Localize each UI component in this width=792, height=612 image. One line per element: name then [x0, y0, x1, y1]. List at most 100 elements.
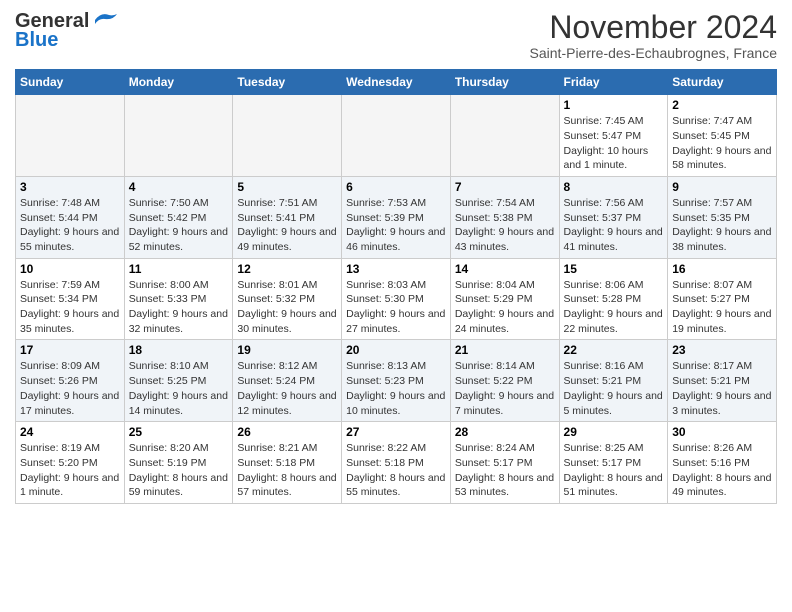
day-number: 17	[20, 343, 120, 357]
day-number: 19	[237, 343, 337, 357]
calendar-table: SundayMondayTuesdayWednesdayThursdayFrid…	[15, 69, 777, 504]
calendar-cell: 24 Sunrise: 8:19 AMSunset: 5:20 PMDayligh…	[16, 422, 125, 504]
calendar-cell	[233, 95, 342, 177]
calendar-cell: 2 Sunrise: 7:47 AMSunset: 5:45 PMDaylight…	[668, 95, 777, 177]
calendar-cell: 6Sunrise: 7:53 AMSunset: 5:39 PMDaylight…	[342, 176, 451, 258]
title-section: November 2024 Saint-Pierre-des-Echaubrog…	[530, 10, 777, 61]
day-number: 2	[672, 98, 772, 112]
calendar-cell: 16 Sunrise: 8:07 AMSunset: 5:27 PMDayligh…	[668, 258, 777, 340]
day-number: 21	[455, 343, 555, 357]
day-info: Sunrise: 8:24 AMSunset: 5:17 PMDaylight:…	[455, 441, 555, 500]
calendar-week-row: 3 Sunrise: 7:48 AMSunset: 5:44 PMDaylight…	[16, 176, 777, 258]
calendar-cell: 5 Sunrise: 7:51 AMSunset: 5:41 PMDaylight…	[233, 176, 342, 258]
calendar-week-row: 17 Sunrise: 8:09 AMSunset: 5:26 PMDayligh…	[16, 340, 777, 422]
day-info: Sunrise: 8:01 AMSunset: 5:32 PMDaylight:…	[237, 278, 337, 337]
day-number: 10	[20, 262, 120, 276]
day-info: Sunrise: 7:59 AMSunset: 5:34 PMDaylight:…	[20, 278, 120, 337]
day-number: 11	[129, 262, 229, 276]
logo: General Blue	[15, 10, 119, 52]
calendar-week-row: 24 Sunrise: 8:19 AMSunset: 5:20 PMDayligh…	[16, 422, 777, 504]
day-info: Sunrise: 8:04 AMSunset: 5:29 PMDaylight:…	[455, 278, 555, 337]
logo-blue: Blue	[15, 29, 58, 52]
day-number: 7	[455, 180, 555, 194]
day-number: 5	[237, 180, 337, 194]
calendar-cell: 21 Sunrise: 8:14 AMSunset: 5:22 PMDayligh…	[450, 340, 559, 422]
day-info: Sunrise: 8:22 AMSunset: 5:18 PMDaylight:…	[346, 441, 446, 500]
day-number: 8	[564, 180, 664, 194]
day-info: Sunrise: 7:50 AMSunset: 5:42 PMDaylight:…	[129, 196, 229, 255]
day-info: Sunrise: 8:07 AMSunset: 5:27 PMDaylight:…	[672, 278, 772, 337]
calendar-cell: 30 Sunrise: 8:26 AMSunset: 5:16 PMDayligh…	[668, 422, 777, 504]
calendar-cell	[124, 95, 233, 177]
day-number: 24	[20, 425, 120, 439]
day-number: 26	[237, 425, 337, 439]
calendar-cell: 15 Sunrise: 8:06 AMSunset: 5:28 PMDayligh…	[559, 258, 668, 340]
calendar-cell	[16, 95, 125, 177]
calendar-cell: 26 Sunrise: 8:21 AMSunset: 5:18 PMDayligh…	[233, 422, 342, 504]
day-info: Sunrise: 7:47 AMSunset: 5:45 PMDaylight:…	[672, 114, 772, 173]
day-info: Sunrise: 8:09 AMSunset: 5:26 PMDaylight:…	[20, 359, 120, 418]
calendar-week-row: 10 Sunrise: 7:59 AMSunset: 5:34 PMDayligh…	[16, 258, 777, 340]
calendar-cell	[342, 95, 451, 177]
day-info: Sunrise: 8:20 AMSunset: 5:19 PMDaylight:…	[129, 441, 229, 500]
day-number: 13	[346, 262, 446, 276]
calendar-cell	[450, 95, 559, 177]
day-number: 28	[455, 425, 555, 439]
day-info: Sunrise: 8:25 AMSunset: 5:17 PMDaylight:…	[564, 441, 664, 500]
day-info: Sunrise: 8:19 AMSunset: 5:20 PMDaylight:…	[20, 441, 120, 500]
day-number: 20	[346, 343, 446, 357]
calendar-weekday-sunday: Sunday	[16, 70, 125, 95]
calendar-weekday-thursday: Thursday	[450, 70, 559, 95]
calendar-cell: 1 Sunrise: 7:45 AMSunset: 5:47 PMDaylight…	[559, 95, 668, 177]
day-info: Sunrise: 8:10 AMSunset: 5:25 PMDaylight:…	[129, 359, 229, 418]
calendar-cell: 25 Sunrise: 8:20 AMSunset: 5:19 PMDayligh…	[124, 422, 233, 504]
day-number: 14	[455, 262, 555, 276]
day-info: Sunrise: 8:26 AMSunset: 5:16 PMDaylight:…	[672, 441, 772, 500]
day-info: Sunrise: 8:13 AMSunset: 5:23 PMDaylight:…	[346, 359, 446, 418]
day-number: 9	[672, 180, 772, 194]
day-number: 25	[129, 425, 229, 439]
day-info: Sunrise: 7:57 AMSunset: 5:35 PMDaylight:…	[672, 196, 772, 255]
day-number: 6	[346, 180, 446, 194]
page-title: November 2024	[530, 10, 777, 45]
day-info: Sunrise: 8:21 AMSunset: 5:18 PMDaylight:…	[237, 441, 337, 500]
calendar-cell: 17 Sunrise: 8:09 AMSunset: 5:26 PMDayligh…	[16, 340, 125, 422]
day-info: Sunrise: 8:03 AMSunset: 5:30 PMDaylight:…	[346, 278, 446, 337]
day-number: 29	[564, 425, 664, 439]
day-number: 4	[129, 180, 229, 194]
calendar-cell: 29 Sunrise: 8:25 AMSunset: 5:17 PMDayligh…	[559, 422, 668, 504]
calendar-cell: 23Sunrise: 8:17 AMSunset: 5:21 PMDayligh…	[668, 340, 777, 422]
header: General Blue November 2024 Saint-Pierre-…	[15, 10, 777, 61]
day-number: 1	[564, 98, 664, 112]
calendar-cell: 10 Sunrise: 7:59 AMSunset: 5:34 PMDayligh…	[16, 258, 125, 340]
calendar-cell: 20 Sunrise: 8:13 AMSunset: 5:23 PMDayligh…	[342, 340, 451, 422]
day-info: Sunrise: 7:54 AMSunset: 5:38 PMDaylight:…	[455, 196, 555, 255]
calendar-cell: 18 Sunrise: 8:10 AMSunset: 5:25 PMDayligh…	[124, 340, 233, 422]
day-info: Sunrise: 7:51 AMSunset: 5:41 PMDaylight:…	[237, 196, 337, 255]
day-info: Sunrise: 8:06 AMSunset: 5:28 PMDaylight:…	[564, 278, 664, 337]
calendar-weekday-saturday: Saturday	[668, 70, 777, 95]
day-info: Sunrise: 7:45 AMSunset: 5:47 PMDaylight:…	[564, 114, 664, 173]
calendar-cell: 12Sunrise: 8:01 AMSunset: 5:32 PMDayligh…	[233, 258, 342, 340]
day-number: 3	[20, 180, 120, 194]
day-number: 18	[129, 343, 229, 357]
calendar-cell: 19 Sunrise: 8:12 AMSunset: 5:24 PMDayligh…	[233, 340, 342, 422]
calendar-week-row: 1 Sunrise: 7:45 AMSunset: 5:47 PMDaylight…	[16, 95, 777, 177]
calendar-cell: 28 Sunrise: 8:24 AMSunset: 5:17 PMDayligh…	[450, 422, 559, 504]
calendar-cell: 4 Sunrise: 7:50 AMSunset: 5:42 PMDaylight…	[124, 176, 233, 258]
calendar-cell: 13 Sunrise: 8:03 AMSunset: 5:30 PMDayligh…	[342, 258, 451, 340]
logo-bird-icon	[91, 10, 119, 30]
day-info: Sunrise: 8:12 AMSunset: 5:24 PMDaylight:…	[237, 359, 337, 418]
day-number: 22	[564, 343, 664, 357]
day-info: Sunrise: 7:48 AMSunset: 5:44 PMDaylight:…	[20, 196, 120, 255]
calendar-cell: 3 Sunrise: 7:48 AMSunset: 5:44 PMDaylight…	[16, 176, 125, 258]
calendar-cell: 14 Sunrise: 8:04 AMSunset: 5:29 PMDayligh…	[450, 258, 559, 340]
day-number: 15	[564, 262, 664, 276]
day-info: Sunrise: 8:14 AMSunset: 5:22 PMDaylight:…	[455, 359, 555, 418]
day-number: 30	[672, 425, 772, 439]
calendar-cell: 8 Sunrise: 7:56 AMSunset: 5:37 PMDaylight…	[559, 176, 668, 258]
day-number: 23	[672, 343, 772, 357]
day-number: 16	[672, 262, 772, 276]
day-info: Sunrise: 7:56 AMSunset: 5:37 PMDaylight:…	[564, 196, 664, 255]
day-info: Sunrise: 8:00 AMSunset: 5:33 PMDaylight:…	[129, 278, 229, 337]
